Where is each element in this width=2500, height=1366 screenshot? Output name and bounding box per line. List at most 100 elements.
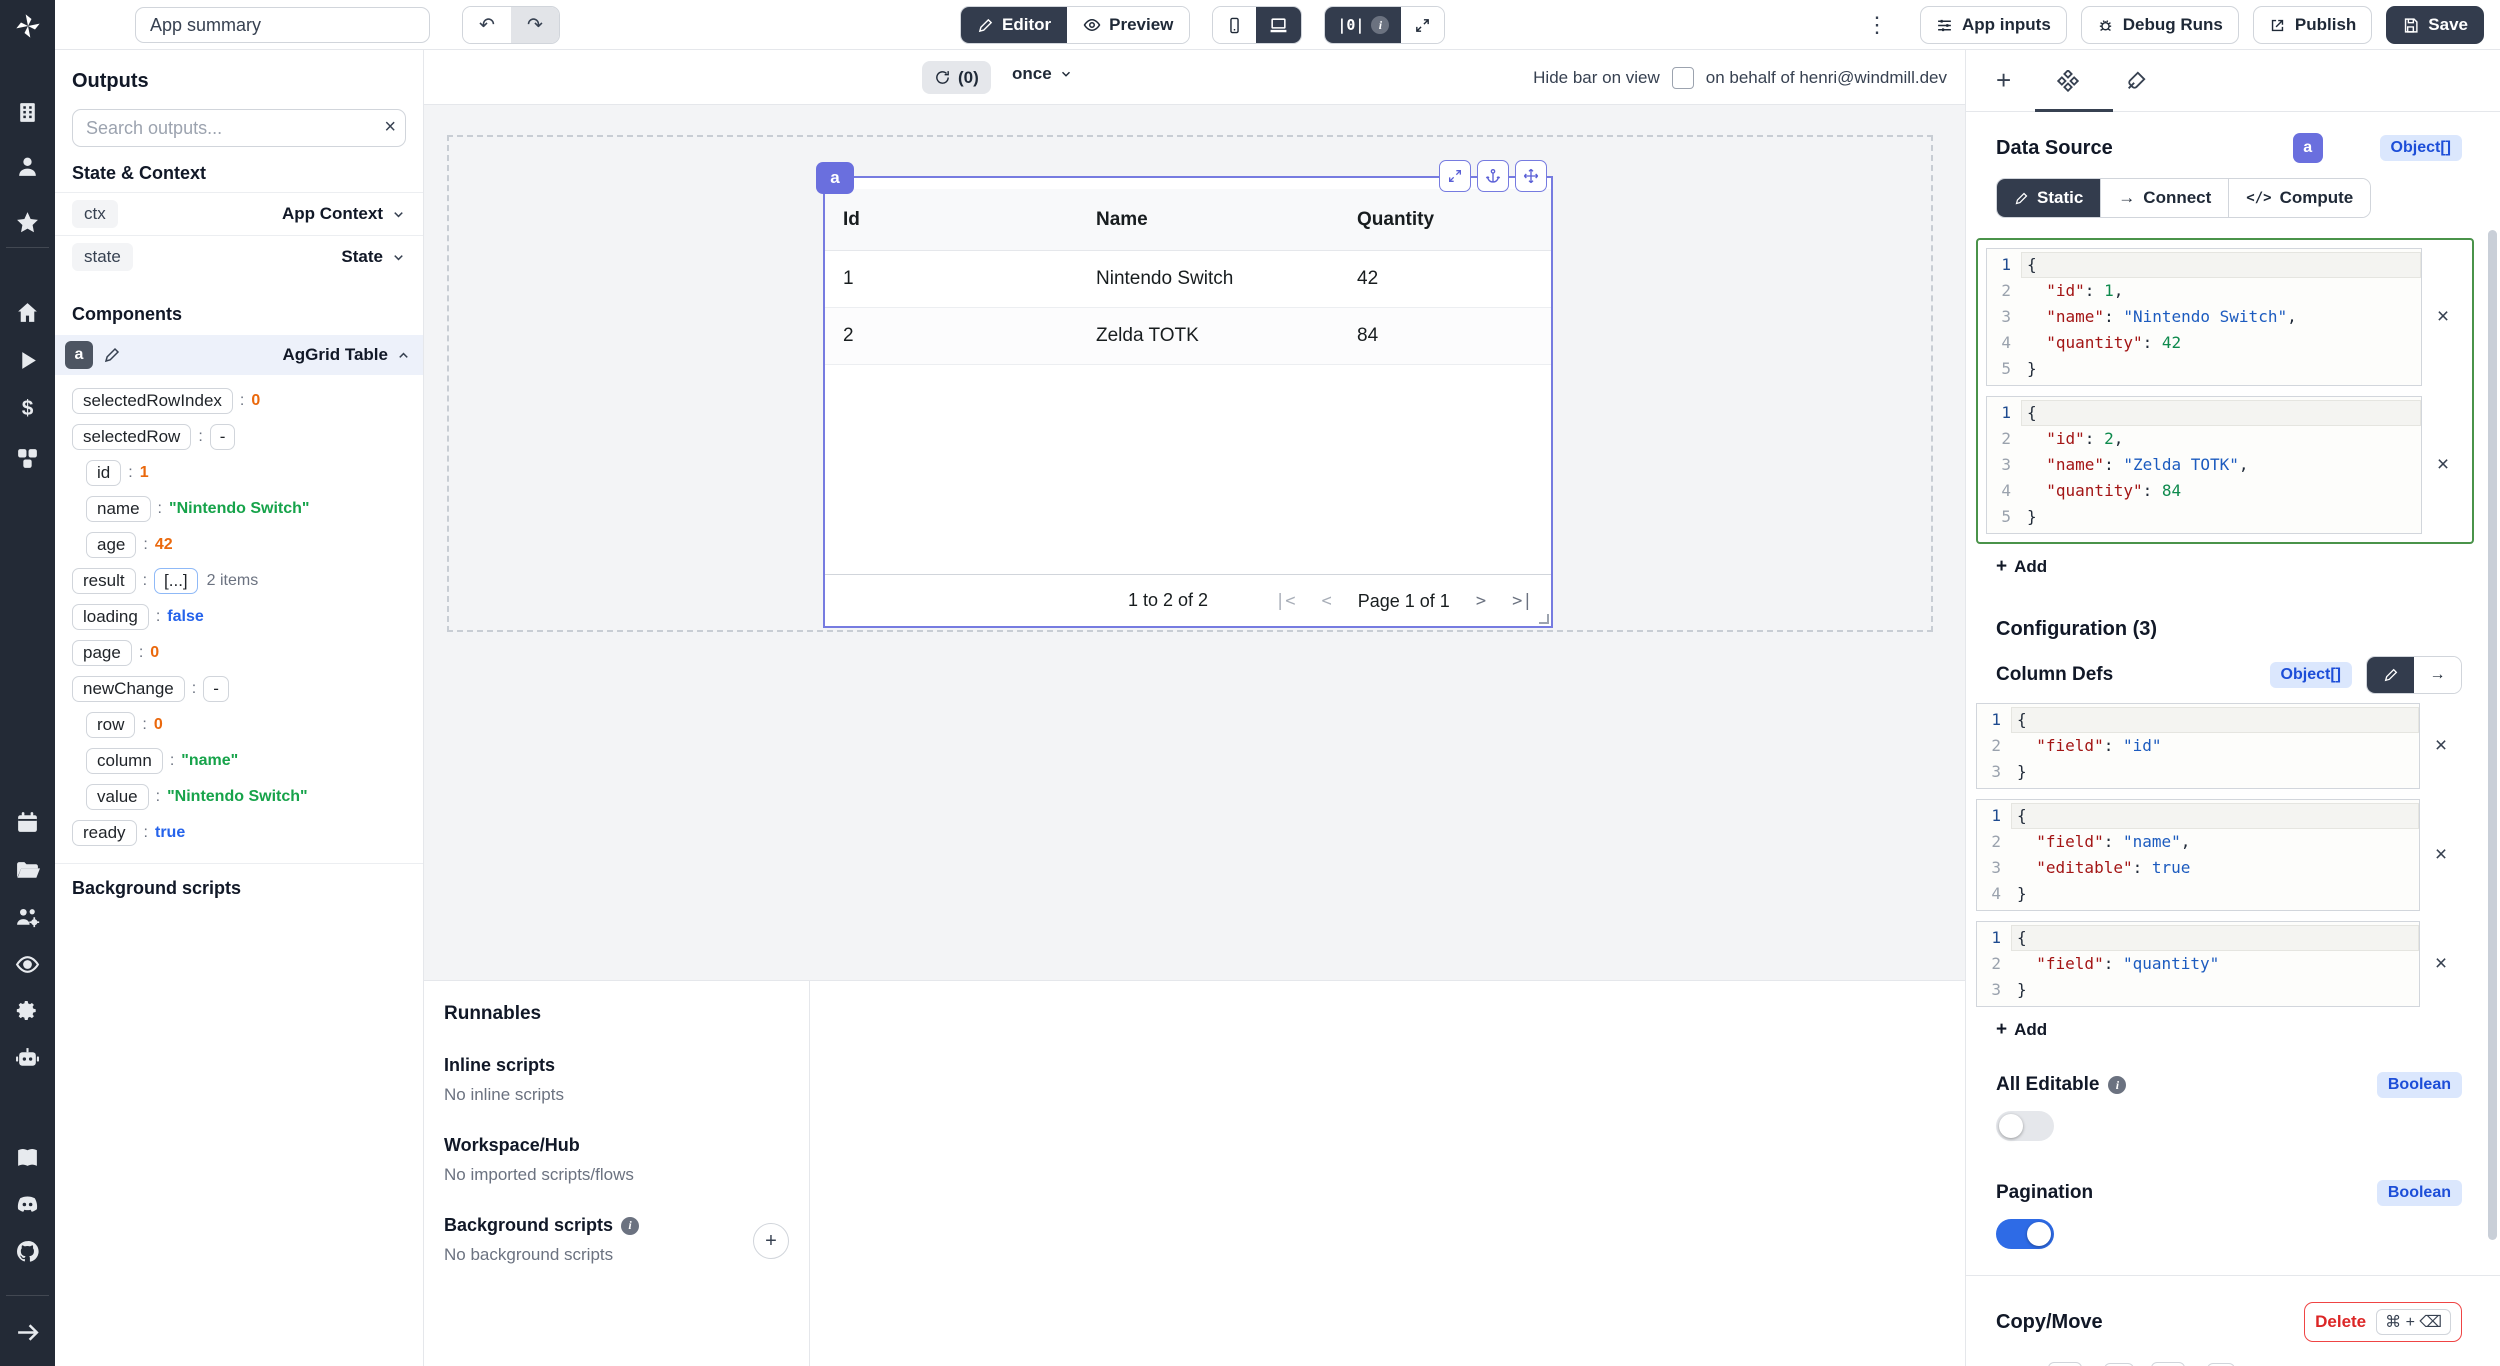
building-icon[interactable]: [0, 96, 55, 128]
output-row-name[interactable]: name:"Nintendo Switch": [55, 491, 423, 527]
connect-mode-button[interactable]: →: [2414, 657, 2461, 693]
save-button[interactable]: Save: [2386, 6, 2484, 44]
panel-scrollbar[interactable]: [2488, 230, 2497, 1240]
edit-mode-button[interactable]: [2367, 657, 2414, 693]
boxes-icon[interactable]: [0, 442, 55, 474]
output-row-selectedRowIndex[interactable]: selectedRowIndex:0: [55, 383, 423, 419]
more-menu-button[interactable]: ⋮: [1860, 12, 1894, 38]
remove-item-icon[interactable]: ×: [2422, 305, 2464, 329]
output-row-result[interactable]: result:[...]2 items: [55, 563, 423, 599]
prev-page-icon[interactable]: <: [1321, 591, 1331, 611]
data-source-item-2-code[interactable]: 1{2 "id": 2,3 "name": "Zelda TOTK",4 "qu…: [1986, 396, 2422, 534]
output-row-row[interactable]: row:0: [55, 707, 423, 743]
next-page-icon[interactable]: >: [1476, 591, 1486, 611]
search-input[interactable]: [72, 109, 406, 147]
expand-component-button[interactable]: [1439, 160, 1471, 192]
tab-preview[interactable]: Preview: [1067, 7, 1189, 43]
column-header[interactable]: Id: [843, 209, 1096, 231]
table-cell[interactable]: Nintendo Switch: [1096, 268, 1357, 290]
refresh-button[interactable]: (0): [922, 61, 991, 94]
data-source-item-1-code[interactable]: 1{2 "id": 1,3 "name": "Nintendo Switch",…: [1986, 248, 2422, 386]
publish-button[interactable]: Publish: [2253, 6, 2372, 44]
remove-item-icon[interactable]: ×: [2420, 734, 2462, 758]
anchor-component-button[interactable]: [1477, 160, 1509, 192]
eye-icon[interactable]: [0, 948, 55, 980]
resize-handle[interactable]: [1539, 614, 1549, 624]
mobile-view-button[interactable]: [1213, 7, 1256, 43]
output-row-id[interactable]: id:1: [55, 455, 423, 491]
table-cell[interactable]: 1: [843, 268, 1096, 290]
add-column-def-button[interactable]: + Add: [1996, 1019, 2047, 1041]
add-background-script-button[interactable]: +: [753, 1223, 789, 1259]
book-icon[interactable]: [0, 1141, 55, 1173]
discord-icon[interactable]: [0, 1188, 55, 1220]
dollar-icon[interactable]: $: [0, 392, 55, 424]
mode-connect[interactable]: → Connect: [2100, 179, 2228, 217]
output-row-column[interactable]: column:"name": [55, 743, 423, 779]
tab-insert-component[interactable]: +: [1996, 65, 2011, 96]
column-header[interactable]: Name: [1096, 209, 1357, 231]
user-icon[interactable]: [0, 150, 55, 182]
hide-bar-checkbox[interactable]: [1672, 67, 1694, 89]
clear-search-icon[interactable]: ×: [384, 116, 396, 139]
delete-component-button[interactable]: Delete ⌘ + ⌫: [2304, 1302, 2462, 1342]
output-row-value[interactable]: value:"Nintendo Switch": [55, 779, 423, 815]
arrow-right-icon[interactable]: [0, 1316, 55, 1348]
table-cell[interactable]: 2: [843, 325, 1096, 347]
column-def-item-2-code[interactable]: 1{2 "field": "name",3 "editable": true4}: [1976, 799, 2420, 911]
robot-icon[interactable]: [0, 1042, 55, 1074]
diff-counter-button[interactable]: |0| i: [1325, 7, 1401, 43]
github-icon[interactable]: [0, 1235, 55, 1267]
table-row[interactable]: 1Nintendo Switch42: [825, 251, 1551, 308]
mode-static[interactable]: Static: [1997, 179, 2100, 217]
remove-item-icon[interactable]: ×: [2422, 453, 2464, 477]
table-cell[interactable]: Zelda TOTK: [1096, 325, 1357, 347]
add-data-item-button[interactable]: + Add: [1996, 556, 2047, 578]
users-cog-icon[interactable]: [0, 901, 55, 933]
calendar-icon[interactable]: [0, 806, 55, 838]
column-def-item-3-code[interactable]: 1{2 "field": "quantity"3}: [1976, 921, 2420, 1007]
first-page-icon[interactable]: |<: [1275, 591, 1295, 611]
output-row-newChange[interactable]: newChange:-: [55, 671, 423, 707]
all-editable-toggle[interactable]: [1996, 1111, 2054, 1141]
remove-item-icon[interactable]: ×: [2420, 952, 2462, 976]
undo-button[interactable]: ↶: [463, 7, 511, 43]
app-inputs-button[interactable]: App inputs: [1920, 6, 2067, 44]
tab-editor[interactable]: Editor: [961, 7, 1067, 43]
component-header-row[interactable]: a AgGrid Table: [55, 335, 423, 375]
aggrid-table-component[interactable]: a IdNameQuantity 1Nintendo Switch422Zeld…: [823, 176, 1553, 628]
star-icon[interactable]: [0, 206, 55, 238]
tab-component-settings[interactable]: [2057, 70, 2079, 92]
tab-styling[interactable]: [2125, 70, 2147, 92]
ctx-row[interactable]: ctx App Context: [55, 192, 423, 235]
redo-button[interactable]: ↷: [511, 7, 559, 43]
state-row[interactable]: state State: [55, 235, 423, 278]
column-def-item-1-code[interactable]: 1{2 "field": "id"3}: [1976, 703, 2420, 789]
home-icon[interactable]: [0, 296, 55, 328]
table-cell[interactable]: 84: [1357, 325, 1551, 347]
desktop-view-button[interactable]: [1256, 7, 1301, 43]
remove-item-icon[interactable]: ×: [2420, 843, 2462, 867]
move-component-button[interactable]: [1515, 160, 1547, 192]
app-canvas[interactable]: a IdNameQuantity 1Nintendo Switch422Zeld…: [424, 105, 1965, 980]
output-row-selectedRow[interactable]: selectedRow:-: [55, 419, 423, 455]
folder-icon[interactable]: [0, 854, 55, 886]
column-header[interactable]: Quantity: [1357, 209, 1551, 231]
table-cell[interactable]: 42: [1357, 268, 1551, 290]
schedule-dropdown[interactable]: once: [1012, 64, 1073, 84]
gear-icon[interactable]: [0, 994, 55, 1026]
table-row[interactable]: 2Zelda TOTK84: [825, 308, 1551, 365]
mode-compute[interactable]: </> Compute: [2228, 179, 2370, 217]
windmill-logo-icon[interactable]: [0, 4, 55, 48]
output-row-page[interactable]: page:0: [55, 635, 423, 671]
last-page-icon[interactable]: >|: [1512, 591, 1532, 611]
output-row-ready[interactable]: ready:true: [55, 815, 423, 851]
output-row-age[interactable]: age:42: [55, 527, 423, 563]
play-icon[interactable]: [0, 344, 55, 376]
fullscreen-button[interactable]: [1401, 7, 1444, 43]
app-summary-input[interactable]: [135, 7, 430, 43]
debug-runs-button[interactable]: Debug Runs: [2081, 6, 2239, 44]
pencil-icon[interactable]: [103, 346, 121, 364]
pagination-toggle[interactable]: [1996, 1219, 2054, 1249]
output-row-loading[interactable]: loading:false: [55, 599, 423, 635]
